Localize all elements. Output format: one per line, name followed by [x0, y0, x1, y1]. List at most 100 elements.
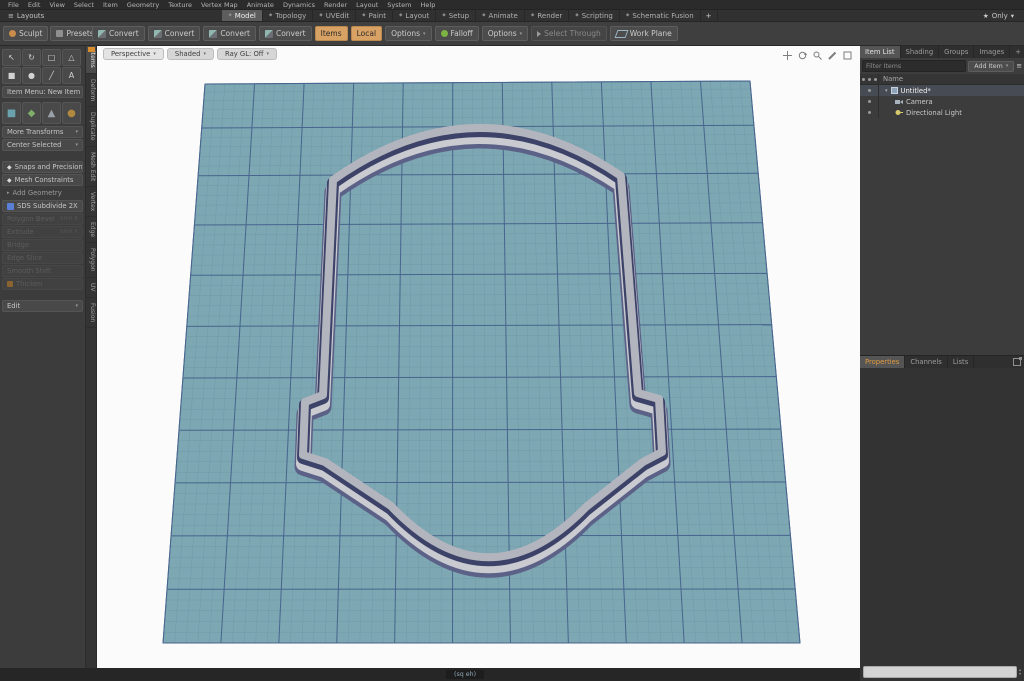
- layout-tab-model[interactable]: ◆ Model: [222, 10, 263, 21]
- convert-button-4[interactable]: Convert: [258, 26, 312, 41]
- value-stepper[interactable]: ▾ ▾: [1019, 668, 1021, 676]
- disclosure-triangle-icon[interactable]: ▾: [885, 88, 888, 94]
- tab-groups[interactable]: Groups: [939, 46, 975, 58]
- tab-lists[interactable]: Lists: [948, 356, 975, 368]
- menu-file[interactable]: File: [8, 1, 19, 9]
- tree-row-camera[interactable]: Camera: [860, 96, 1024, 107]
- visibility-eye-icon[interactable]: [867, 111, 871, 114]
- work-plane-button[interactable]: Work Plane: [609, 26, 678, 41]
- side-tab-polygon[interactable]: Polygon: [86, 243, 96, 279]
- 3d-viewport[interactable]: Perspective ▾ Shaded ▾ Ray GL: Off ▾: [97, 46, 860, 668]
- 3d-viewport-canvas[interactable]: [97, 46, 860, 668]
- center-selected-dropdown[interactable]: Center Selected ▾: [2, 139, 83, 151]
- menu-system[interactable]: System: [387, 1, 411, 9]
- select-through-button[interactable]: Select Through: [531, 26, 607, 41]
- orbit-icon[interactable]: [797, 50, 807, 60]
- menu-texture[interactable]: Texture: [168, 1, 192, 9]
- menu-geometry[interactable]: Geometry: [127, 1, 159, 9]
- tab-item-list[interactable]: Item List: [860, 46, 901, 58]
- viewport-raygl-dropdown[interactable]: Ray GL: Off ▾: [217, 48, 277, 60]
- side-tab-duplicate[interactable]: Duplicate: [86, 107, 96, 147]
- pan-icon[interactable]: [782, 50, 792, 60]
- menu-vertex-map[interactable]: Vertex Map: [201, 1, 238, 9]
- tab-properties[interactable]: Properties: [860, 356, 906, 368]
- thicken-button[interactable]: Thicken: [2, 278, 83, 290]
- symmetry-button[interactable]: ◆: [22, 102, 41, 124]
- falloff-tool-button[interactable]: △: [62, 49, 81, 66]
- menu-item[interactable]: Item: [103, 1, 118, 9]
- layout-tab-setup[interactable]: ◆ Setup: [436, 10, 477, 21]
- convert-button-1[interactable]: Convert: [92, 26, 145, 41]
- tab-images[interactable]: Images: [974, 46, 1011, 58]
- layout-tab-schematic-fusion[interactable]: ◆ Schematic Fusion: [620, 10, 701, 21]
- extrude-button[interactable]: Extrude Shift X: [2, 226, 83, 238]
- scale-tool-button[interactable]: □: [42, 49, 61, 66]
- items-mode-button[interactable]: Items: [314, 26, 348, 41]
- pen-tool-button[interactable]: ╱: [42, 67, 61, 84]
- add-geometry-header[interactable]: ▸ Add Geometry: [2, 187, 83, 199]
- edit-dropdown[interactable]: Edit ▾: [2, 300, 83, 312]
- pencil-icon[interactable]: [827, 50, 837, 60]
- snaps-precision-button[interactable]: ◆ Snaps and Precision: [2, 161, 83, 173]
- local-mode-button[interactable]: Local: [350, 26, 383, 41]
- tab-shading[interactable]: Shading: [901, 46, 940, 58]
- properties-value-input[interactable]: [863, 665, 1017, 678]
- options-button-1[interactable]: Options ▾: [385, 26, 432, 41]
- rotate-tool-button[interactable]: ↻: [22, 49, 41, 66]
- layout-tab-paint[interactable]: ◆ Paint: [356, 10, 393, 21]
- tab-channels[interactable]: Channels: [905, 356, 948, 368]
- menu-select[interactable]: Select: [74, 1, 94, 9]
- layouts-button[interactable]: ≡ Layouts: [0, 12, 52, 20]
- smooth-shift-button[interactable]: Smooth Shift: [2, 265, 83, 277]
- mesh-constraints-button[interactable]: ◆ Mesh Constraints: [2, 174, 83, 186]
- menu-view[interactable]: View: [49, 1, 64, 9]
- menu-render[interactable]: Render: [324, 1, 347, 9]
- add-layout-tab-button[interactable]: +: [701, 10, 718, 21]
- menu-layout[interactable]: Layout: [356, 1, 378, 9]
- item-menu-dropdown[interactable]: Item Menu: New Item ▾: [2, 86, 83, 98]
- bridge-button[interactable]: Bridge: [2, 239, 83, 251]
- tree-row-untitled[interactable]: ▾ Untitled*: [860, 85, 1024, 96]
- sds-subdivide-button[interactable]: SDS Subdivide 2X: [2, 200, 83, 212]
- side-tab-vertex[interactable]: Vertex: [86, 187, 96, 218]
- side-tab-edge[interactable]: Edge: [86, 217, 96, 244]
- add-panel-tab-button[interactable]: +: [1010, 46, 1024, 58]
- side-tab-fusion[interactable]: Fusion: [86, 298, 96, 328]
- viewport-shading-dropdown[interactable]: Shaded ▾: [166, 48, 215, 60]
- only-filter-button[interactable]: ★ Only ▾: [973, 12, 1024, 20]
- maximize-icon[interactable]: [842, 50, 852, 60]
- layout-tab-scripting[interactable]: ◆ Scripting: [569, 10, 620, 21]
- menu-dynamics[interactable]: Dynamics: [283, 1, 315, 9]
- options-button-2[interactable]: Options ▾: [481, 26, 529, 41]
- side-tab-deform[interactable]: Deform: [86, 74, 96, 108]
- falloff-button[interactable]: Falloff: [434, 26, 479, 41]
- menu-help[interactable]: Help: [421, 1, 436, 9]
- action-center-button[interactable]: ■: [2, 102, 21, 124]
- more-transforms-dropdown[interactable]: More Transforms ▾: [2, 126, 83, 138]
- viewport-view-dropdown[interactable]: Perspective ▾: [103, 48, 164, 60]
- layout-tab-render[interactable]: ◆ Render: [525, 10, 570, 21]
- add-item-dropdown[interactable]: Add Item ▾: [968, 60, 1015, 72]
- side-tab-items[interactable]: Items: [86, 46, 96, 74]
- side-tab-uv[interactable]: UV: [86, 278, 96, 298]
- convert-button-2[interactable]: Convert: [147, 26, 201, 41]
- zoom-icon[interactable]: [812, 50, 822, 60]
- menu-edit[interactable]: Edit: [28, 1, 41, 9]
- stepper-up-icon[interactable]: ▾: [1019, 668, 1021, 673]
- edge-slice-button[interactable]: Edge Slice: [2, 252, 83, 264]
- convert-button-3[interactable]: Convert: [203, 26, 256, 41]
- layout-tab-uvedit[interactable]: ◆ UVEdit: [313, 10, 357, 21]
- layout-tab-layout[interactable]: ◆ Layout: [393, 10, 437, 21]
- select-tool-button[interactable]: ↖: [2, 49, 21, 66]
- expand-panel-icon[interactable]: [1013, 357, 1022, 366]
- menu-animate[interactable]: Animate: [247, 1, 274, 9]
- polygon-bevel-button[interactable]: Polygon Bevel Shift B: [2, 213, 83, 225]
- visibility-eye-icon[interactable]: [867, 100, 871, 103]
- snapping-tool-button[interactable]: ●: [62, 102, 81, 124]
- visibility-eye-icon[interactable]: [867, 89, 871, 92]
- sphere-tool-button[interactable]: ●: [22, 67, 41, 84]
- filter-items-input[interactable]: [862, 60, 967, 72]
- tree-row-directional-light[interactable]: Directional Light: [860, 107, 1024, 118]
- text-tool-button[interactable]: A: [62, 67, 81, 84]
- list-options-icon[interactable]: ≡: [1016, 62, 1022, 70]
